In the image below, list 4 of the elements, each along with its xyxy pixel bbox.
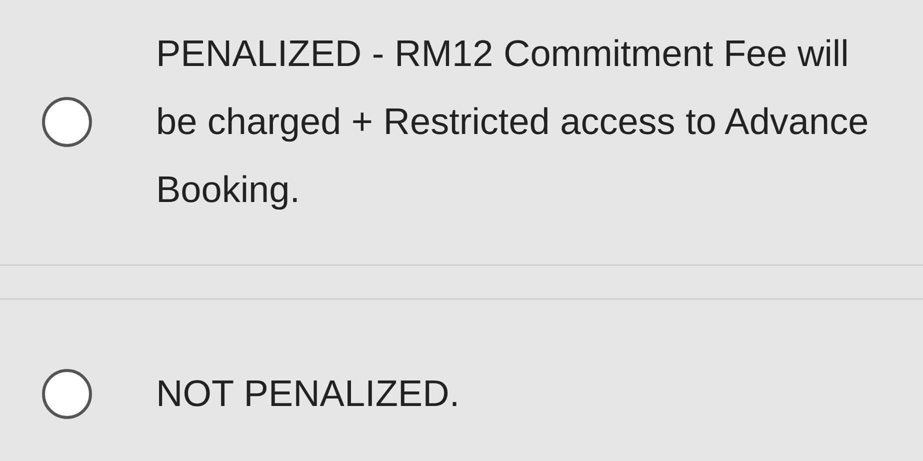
option-label: NOT PENALIZED. <box>156 372 461 416</box>
radio-button[interactable] <box>42 369 92 419</box>
option-label: PENALIZED - RM12 Commitment Fee will be charged + Restricted access to Advance Booking. <box>156 32 870 212</box>
radio-button[interactable] <box>42 97 92 147</box>
